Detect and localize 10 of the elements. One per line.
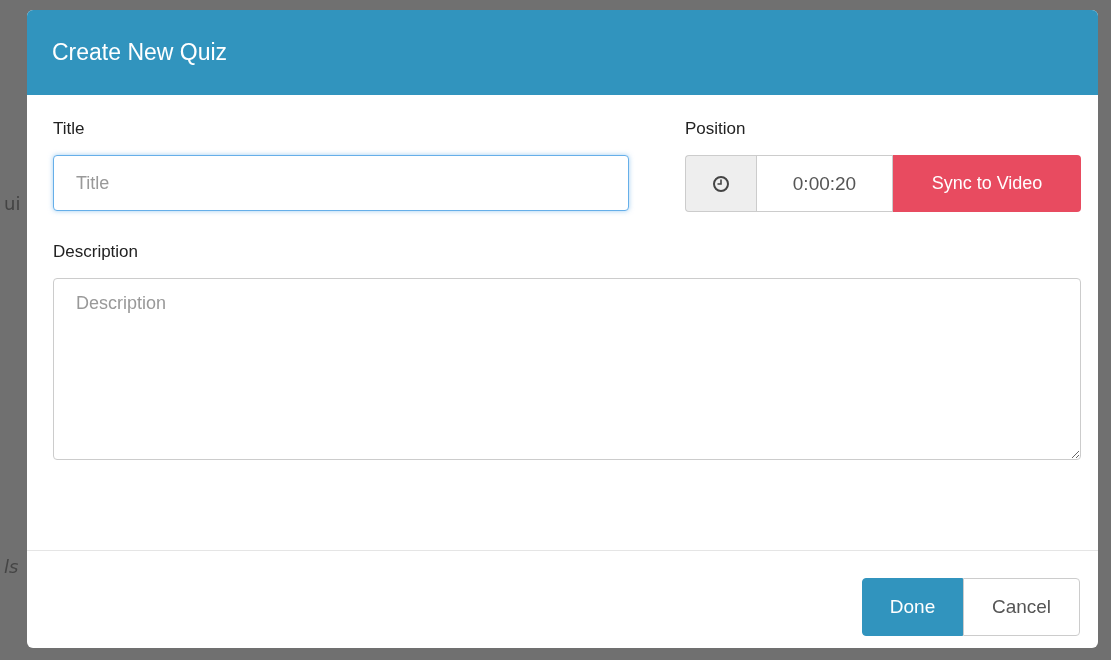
field-label: Title [53, 119, 85, 139]
description-input[interactable]: Description [53, 278, 1081, 460]
field-label: Position [685, 119, 746, 139]
clock-icon [712, 174, 730, 193]
position-value[interactable]: 0:00:20 [756, 155, 893, 212]
title-input[interactable]: Title [53, 155, 629, 211]
field-label: Description [53, 242, 139, 262]
cancel-button[interactable]: Cancel [963, 578, 1080, 636]
dialog-title: Create New Quiz [52, 39, 228, 66]
sync-to-video-button[interactable]: Sync to Video [893, 155, 1081, 212]
